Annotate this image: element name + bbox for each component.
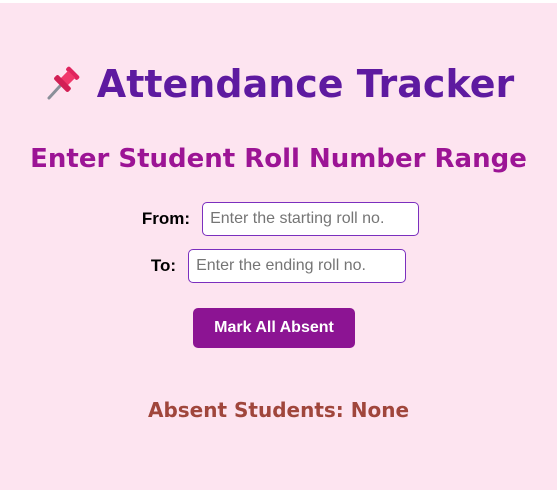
to-label: To: bbox=[150, 256, 177, 275]
form-heading: Enter Student Roll Number Range bbox=[30, 144, 527, 174]
mark-all-absent-button[interactable]: Mark All Absent bbox=[193, 308, 355, 348]
from-roll-input[interactable] bbox=[202, 202, 420, 236]
from-label: From: bbox=[141, 209, 191, 228]
title-text: Attendance Tracker bbox=[96, 62, 515, 106]
absent-students-status: Absent Students: None bbox=[147, 398, 410, 422]
to-roll-input[interactable] bbox=[188, 249, 407, 283]
pushpin-icon bbox=[43, 63, 83, 103]
page-title: Attendance Tracker bbox=[0, 57, 557, 111]
to-row: To: bbox=[0, 249, 557, 283]
from-row: From: bbox=[0, 202, 557, 236]
page-background: Attendance Tracker Enter Student Roll Nu… bbox=[0, 3, 557, 490]
